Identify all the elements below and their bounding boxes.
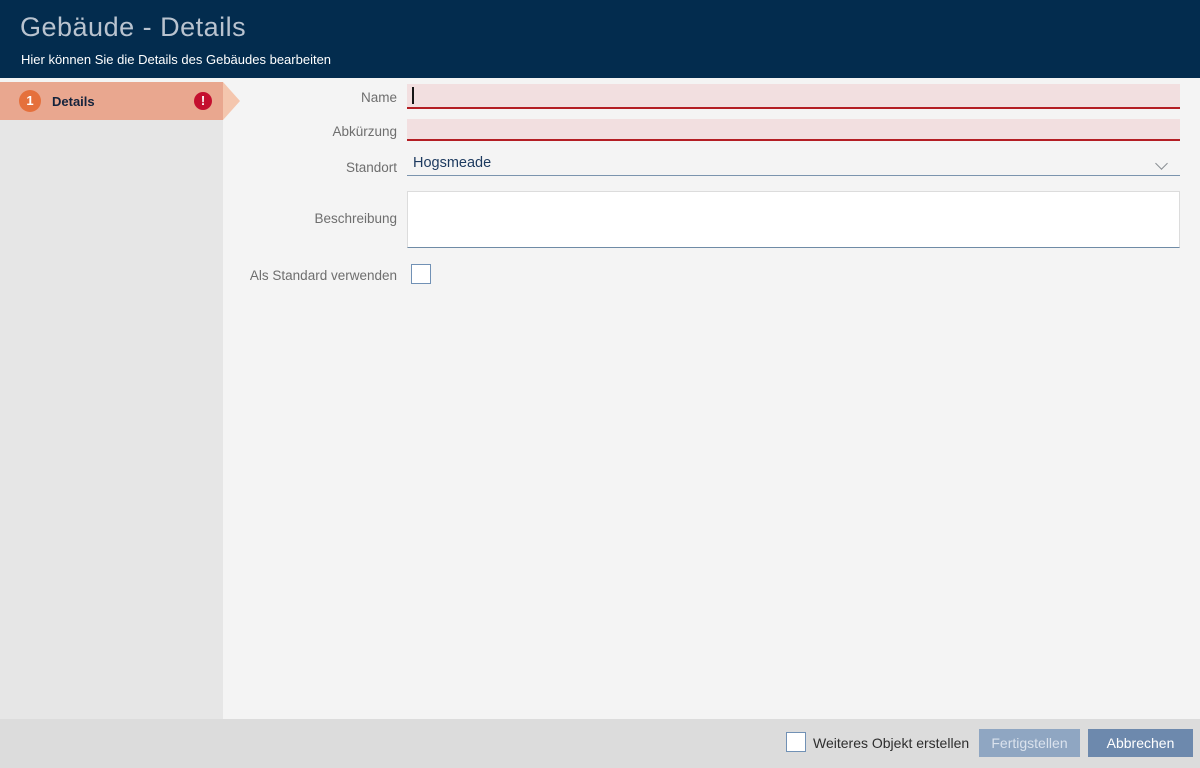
text-caret [412,87,414,104]
dialog-header: Gebäude - Details Hier können Sie die De… [0,0,1200,78]
location-select[interactable]: Hogsmeade [407,152,1180,176]
location-selected-value: Hogsmeade [413,155,491,171]
step-tab-arrow-icon [223,82,240,120]
use-as-default-label: Als Standard verwenden [250,268,397,283]
abbreviation-input[interactable] [407,119,1180,141]
step-number-badge: 1 [19,90,41,112]
chevron-down-icon [1155,157,1168,170]
description-textarea[interactable] [407,191,1180,248]
step-label: Details [52,94,95,109]
name-field-label: Name [361,90,397,105]
wizard-sidebar [0,120,223,719]
create-another-label: Weiteres Objekt erstellen [813,735,969,751]
description-field-label: Beschreibung [314,211,397,226]
cancel-button[interactable]: Abbrechen [1088,729,1193,757]
location-field-label: Standort [346,160,397,175]
abbreviation-field-label: Abkürzung [332,124,397,139]
footer-bar: Weiteres Objekt erstellen Fertigstellen … [0,719,1200,768]
use-as-default-checkbox[interactable] [411,264,431,284]
wizard-step-details[interactable]: 1 Details ! [0,82,223,120]
page-subtitle: Hier können Sie die Details des Gebäudes… [21,52,331,67]
validation-error-icon: ! [194,92,212,110]
finish-button[interactable]: Fertigstellen [979,729,1080,757]
create-another-checkbox[interactable] [786,732,806,752]
page-title: Gebäude - Details [20,12,246,43]
name-input[interactable] [407,84,1180,109]
